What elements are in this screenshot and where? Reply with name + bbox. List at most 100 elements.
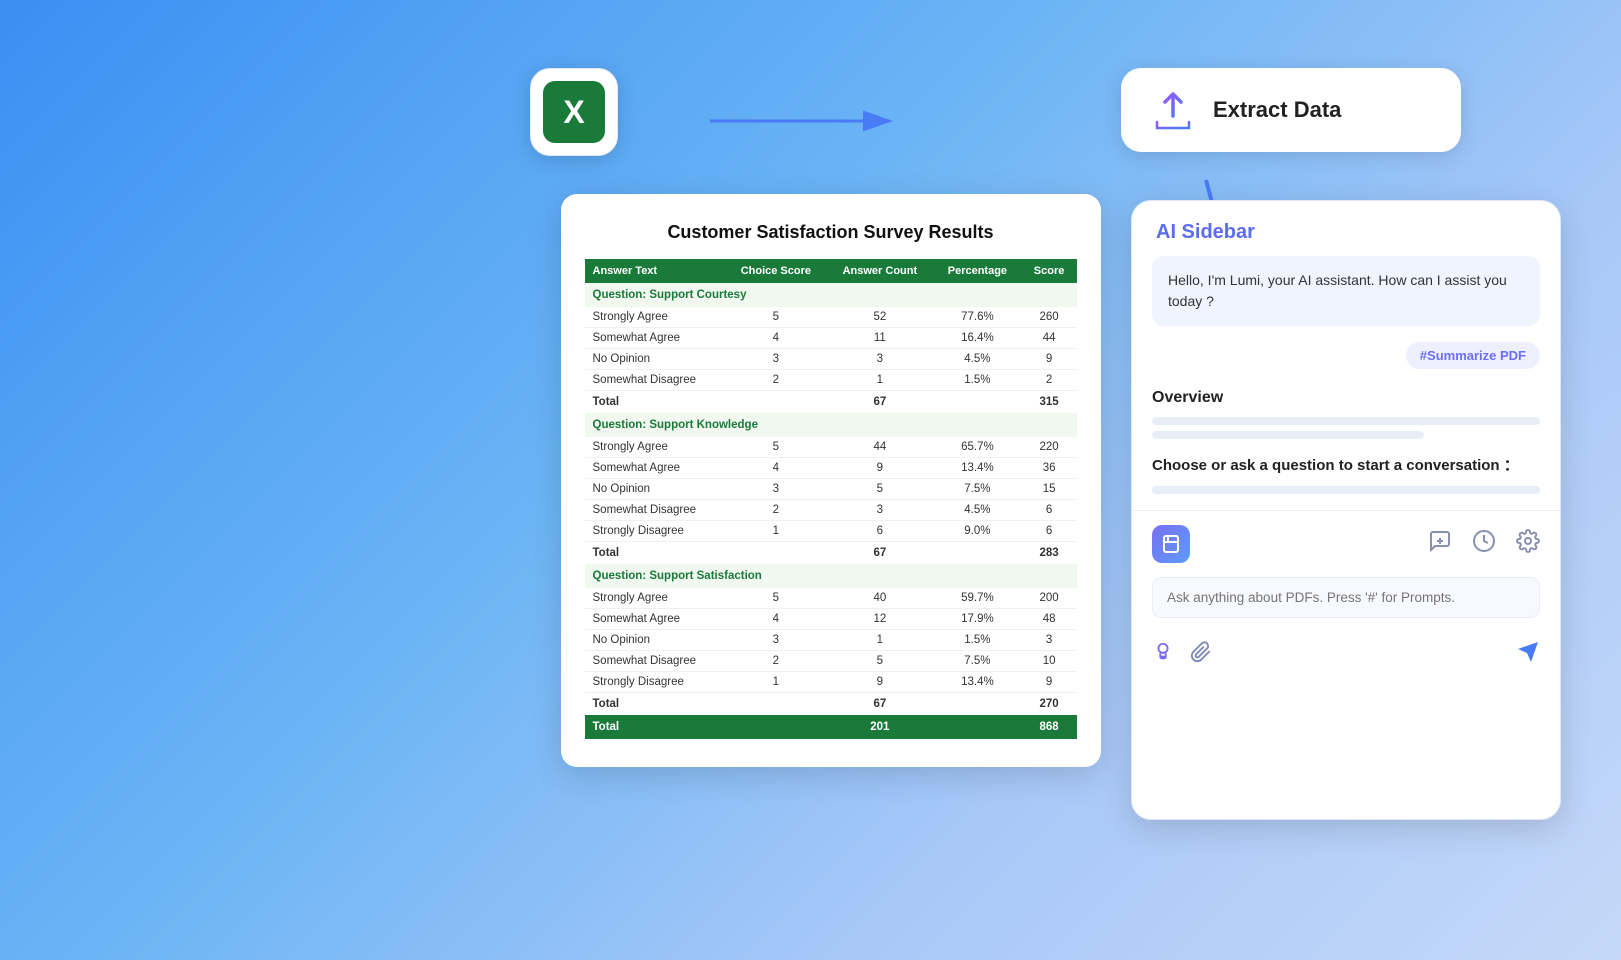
cell-2-0-1: 5 bbox=[725, 588, 827, 609]
sidebar-toolbar bbox=[1132, 510, 1560, 577]
sidebar-title: AI Sidebar bbox=[1156, 221, 1536, 244]
cell-0-0-4: 260 bbox=[1022, 307, 1077, 328]
hashtag-section[interactable]: #Summarize PDF bbox=[1152, 342, 1540, 369]
cell-0-1-1: 4 bbox=[725, 327, 827, 348]
cell-1-1-3: 13.4% bbox=[933, 457, 1022, 478]
chat-input[interactable] bbox=[1152, 577, 1540, 618]
table-row: Strongly Disagree169.0%6 bbox=[585, 520, 1077, 541]
total-cell-2-2: 67 bbox=[827, 692, 934, 715]
section-header-cell-2: Question: Support Satisfaction bbox=[585, 564, 1077, 588]
cell-2-1-2: 12 bbox=[827, 608, 934, 629]
overview-title: Overview bbox=[1152, 389, 1540, 407]
col-choice-score: Choice Score bbox=[725, 259, 827, 283]
cell-1-0-0: Strongly Agree bbox=[585, 437, 726, 458]
table-row: Somewhat Disagree257.5%10 bbox=[585, 650, 1077, 671]
cell-0-2-4: 9 bbox=[1022, 348, 1077, 369]
cell-2-1-4: 48 bbox=[1022, 608, 1077, 629]
cell-1-3-2: 3 bbox=[827, 499, 934, 520]
cell-2-4-0: Strongly Disagree bbox=[585, 671, 726, 692]
cell-0-0-3: 77.6% bbox=[933, 307, 1022, 328]
bookmark-icon bbox=[1161, 534, 1181, 554]
total-cell-0-4: 315 bbox=[1022, 390, 1077, 413]
cell-1-4-3: 9.0% bbox=[933, 520, 1022, 541]
arrow-excel-to-extract bbox=[710, 96, 910, 146]
total-cell-0-0: Total bbox=[585, 390, 726, 413]
grand-total-cell-4: 868 bbox=[1022, 715, 1077, 739]
extract-card: Extract Data bbox=[1121, 68, 1461, 152]
cell-2-2-4: 3 bbox=[1022, 629, 1077, 650]
toolbar-bookmark-icon[interactable] bbox=[1152, 525, 1190, 563]
cell-2-4-4: 9 bbox=[1022, 671, 1077, 692]
cell-2-2-2: 1 bbox=[827, 629, 934, 650]
cell-1-1-1: 4 bbox=[725, 457, 827, 478]
cell-2-2-3: 1.5% bbox=[933, 629, 1022, 650]
cell-1-2-4: 15 bbox=[1022, 478, 1077, 499]
table-row: Somewhat Disagree211.5%2 bbox=[585, 369, 1077, 390]
cell-1-3-0: Somewhat Disagree bbox=[585, 499, 726, 520]
cell-2-3-3: 7.5% bbox=[933, 650, 1022, 671]
section-header-1: Question: Support Knowledge bbox=[585, 413, 1077, 437]
lightbulb-icon[interactable] bbox=[1152, 641, 1174, 669]
cell-1-3-1: 2 bbox=[725, 499, 827, 520]
cell-0-3-3: 1.5% bbox=[933, 369, 1022, 390]
total-cell-0-3 bbox=[933, 390, 1022, 413]
sheet-title: Customer Satisfaction Survey Results bbox=[585, 222, 1077, 243]
cell-1-0-3: 65.7% bbox=[933, 437, 1022, 458]
cell-2-2-0: No Opinion bbox=[585, 629, 726, 650]
total-row-2: Total67270 bbox=[585, 692, 1077, 715]
cell-1-0-4: 220 bbox=[1022, 437, 1077, 458]
excel-letter: X bbox=[563, 94, 584, 131]
grand-total-cell-2: 201 bbox=[827, 715, 934, 739]
cell-1-2-1: 3 bbox=[725, 478, 827, 499]
section-header-0: Question: Support Courtesy bbox=[585, 283, 1077, 307]
attachment-icon[interactable] bbox=[1190, 641, 1212, 669]
cell-2-1-3: 17.9% bbox=[933, 608, 1022, 629]
send-icon[interactable] bbox=[1516, 640, 1540, 670]
settings-icon[interactable] bbox=[1516, 529, 1540, 559]
table-row: Somewhat Agree41116.4%44 bbox=[585, 327, 1077, 348]
excel-inner: X bbox=[543, 81, 605, 143]
section-header-cell-0: Question: Support Courtesy bbox=[585, 283, 1077, 307]
overview-lines bbox=[1152, 417, 1540, 439]
cell-0-3-4: 2 bbox=[1022, 369, 1077, 390]
conversation-section: Choose or ask a question to start a conv… bbox=[1152, 455, 1540, 494]
col-answer-text: Answer Text bbox=[585, 259, 726, 283]
excel-icon-bg: X bbox=[530, 68, 618, 156]
input-icons-left bbox=[1152, 641, 1212, 669]
total-cell-1-0: Total bbox=[585, 541, 726, 564]
total-cell-1-1 bbox=[725, 541, 827, 564]
section-header-2: Question: Support Satisfaction bbox=[585, 564, 1077, 588]
total-cell-2-4: 270 bbox=[1022, 692, 1077, 715]
hashtag-label[interactable]: #Summarize PDF bbox=[1406, 342, 1540, 369]
grand-total-cell-1 bbox=[725, 715, 827, 739]
cell-0-2-3: 4.5% bbox=[933, 348, 1022, 369]
cell-1-2-0: No Opinion bbox=[585, 478, 726, 499]
table-row: Somewhat Agree4913.4%36 bbox=[585, 457, 1077, 478]
cell-2-4-2: 9 bbox=[827, 671, 934, 692]
total-cell-0-2: 67 bbox=[827, 390, 934, 413]
extract-title: Extract Data bbox=[1213, 97, 1341, 123]
history-icon[interactable] bbox=[1472, 529, 1496, 559]
upload-icon bbox=[1149, 86, 1197, 134]
cell-2-1-1: 4 bbox=[725, 608, 827, 629]
overview-section: Overview bbox=[1152, 389, 1540, 439]
total-cell-1-4: 283 bbox=[1022, 541, 1077, 564]
cell-0-2-0: No Opinion bbox=[585, 348, 726, 369]
add-comment-icon[interactable] bbox=[1428, 529, 1452, 559]
cell-2-3-2: 5 bbox=[827, 650, 934, 671]
cell-0-0-1: 5 bbox=[725, 307, 827, 328]
data-table: Answer Text Choice Score Answer Count Pe… bbox=[585, 259, 1077, 739]
cell-2-0-3: 59.7% bbox=[933, 588, 1022, 609]
total-cell-2-3 bbox=[933, 692, 1022, 715]
conversation-line bbox=[1152, 486, 1540, 494]
cell-2-3-1: 2 bbox=[725, 650, 827, 671]
table-header-row: Answer Text Choice Score Answer Count Pe… bbox=[585, 259, 1077, 283]
col-answer-count: Answer Count bbox=[827, 259, 934, 283]
table-row: No Opinion334.5%9 bbox=[585, 348, 1077, 369]
toolbar-icons-right bbox=[1428, 529, 1540, 559]
ai-greeting-bubble: Hello, I'm Lumi, your AI assistant. How … bbox=[1152, 256, 1540, 326]
cell-2-4-3: 13.4% bbox=[933, 671, 1022, 692]
table-row: Strongly Agree54465.7%220 bbox=[585, 437, 1077, 458]
table-row: Somewhat Disagree234.5%6 bbox=[585, 499, 1077, 520]
cell-1-2-2: 5 bbox=[827, 478, 934, 499]
